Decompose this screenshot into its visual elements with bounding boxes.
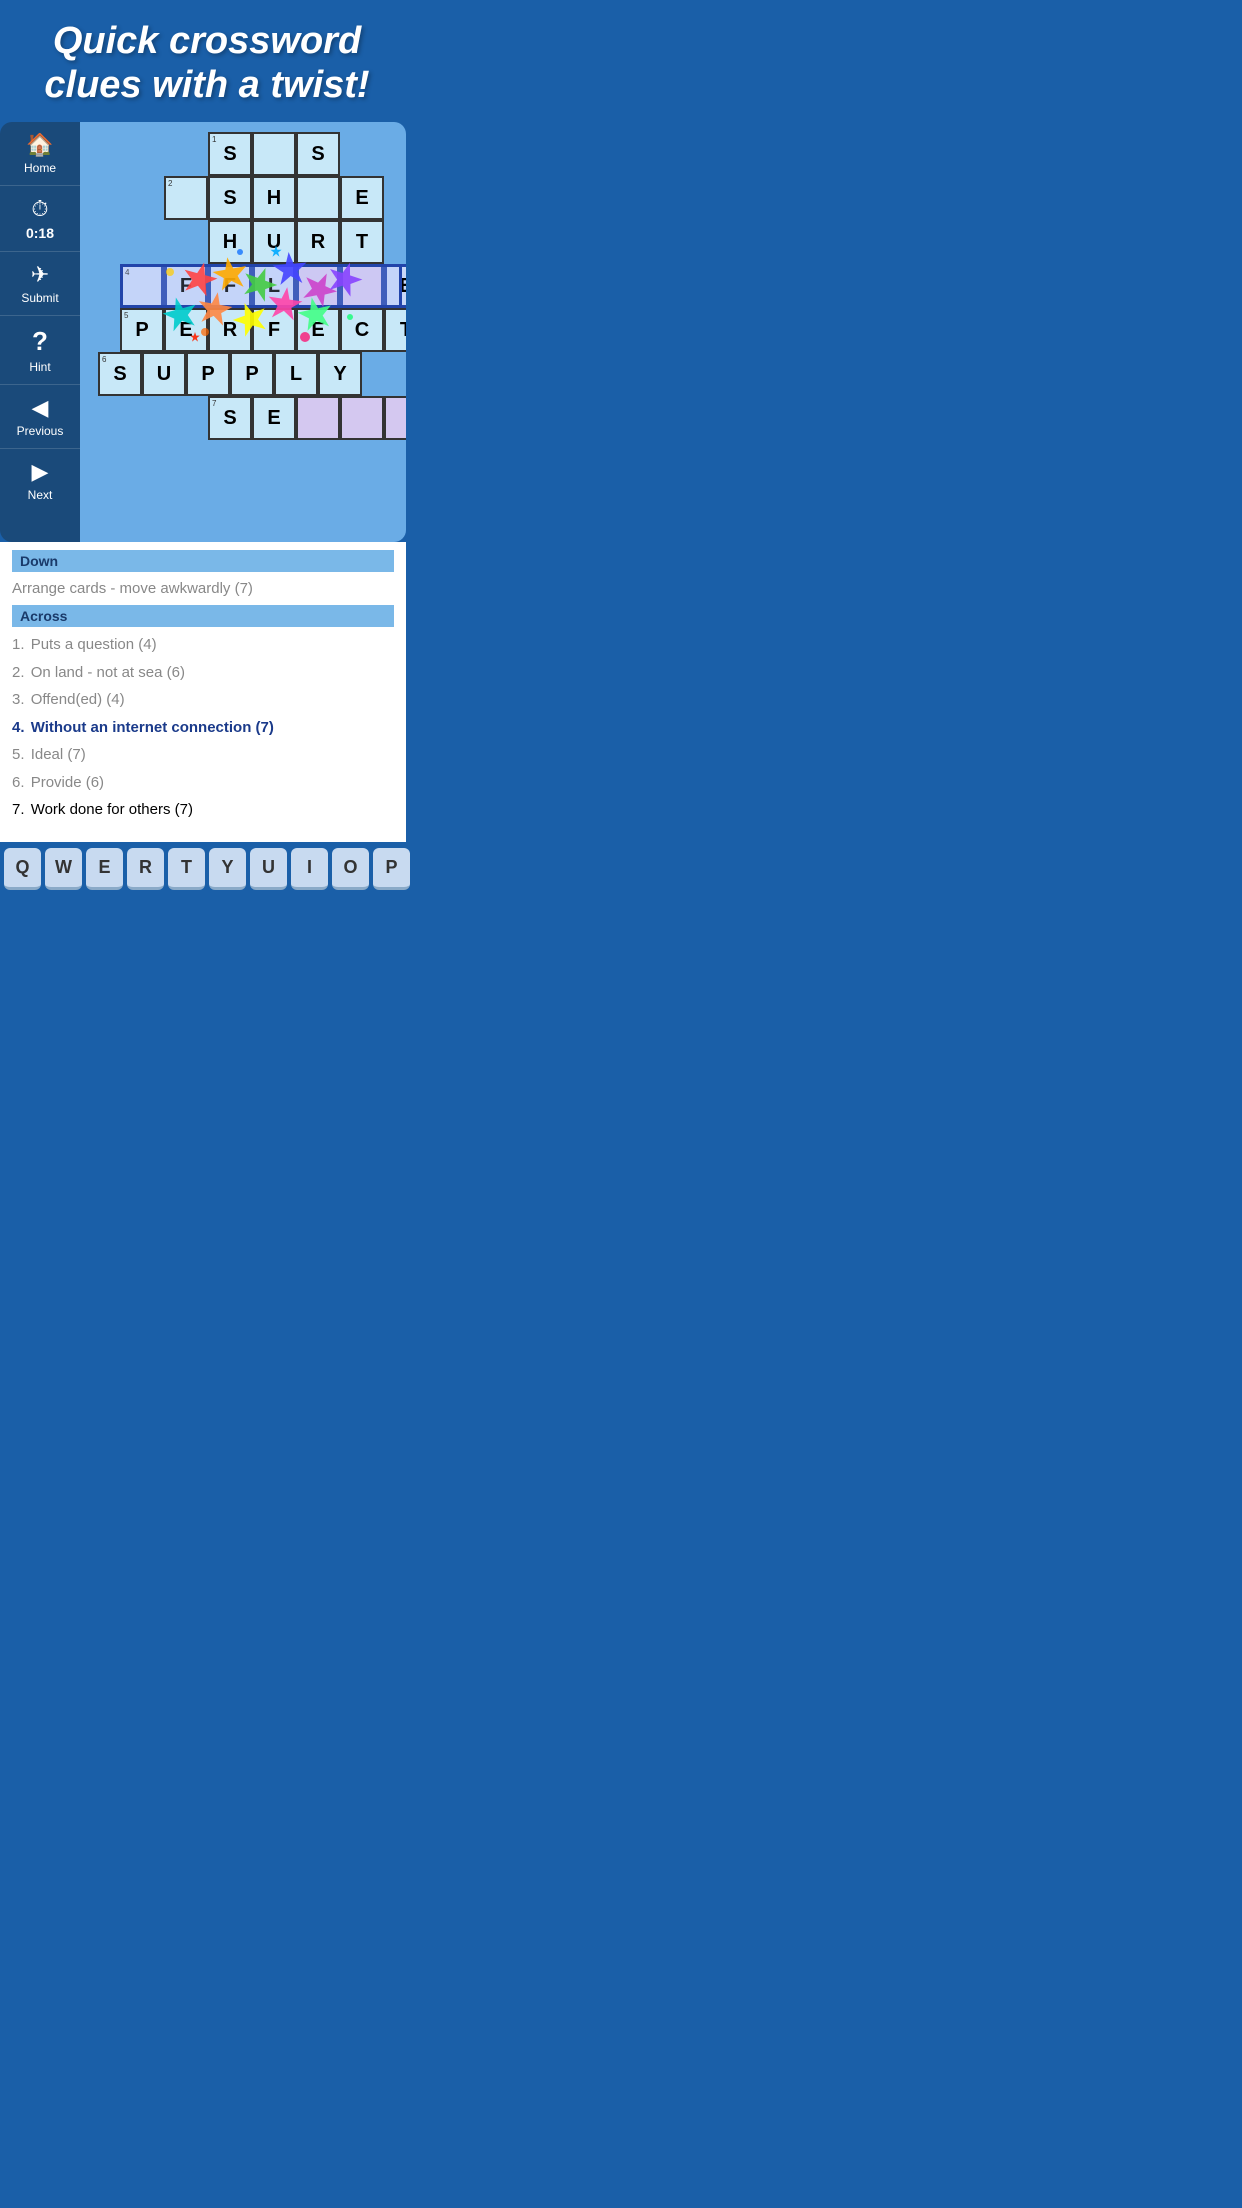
main-container: 🏠 Home ⏱ 0:18 ✈ Submit ? Hint ◀ Previous…	[0, 122, 406, 542]
cell-r2c2[interactable]: 2	[164, 176, 208, 220]
hint-label: Hint	[29, 360, 50, 374]
cell-r6c3[interactable]: P	[230, 352, 274, 396]
across-header: Across	[12, 605, 394, 627]
down-clue: Arrange cards - move awkwardly (7)	[12, 576, 394, 601]
down-header: Down	[12, 550, 394, 572]
cell-r5c1[interactable]: 5 P	[120, 308, 164, 352]
sidebar: 🏠 Home ⏱ 0:18 ✈ Submit ? Hint ◀ Previous…	[0, 122, 80, 542]
cell-r6c4[interactable]: L	[274, 352, 318, 396]
cell-r7c5[interactable]	[296, 396, 340, 440]
cell-r5c7[interactable]: T	[384, 308, 406, 352]
cell-r7c4[interactable]: E	[252, 396, 296, 440]
cell-r1c5[interactable]: S	[296, 132, 340, 176]
page-title: Quick crossword clues with a twist!	[20, 20, 394, 107]
clue-item-6[interactable]: 6. Provide (6)	[12, 769, 394, 797]
cell-r6c0[interactable]: 6 S	[98, 352, 142, 396]
cell-r3c5[interactable]: R	[296, 220, 340, 264]
key-o[interactable]: O	[332, 848, 369, 890]
clock-icon: ⏱	[31, 196, 48, 222]
key-r[interactable]: R	[127, 848, 164, 890]
clue-item-4[interactable]: 4. Without an internet connection (7)	[12, 714, 394, 742]
crossword-grid: 1 S S 2 S H E H U R T 4 F F L	[90, 132, 396, 472]
active-row-highlight	[120, 264, 402, 308]
key-w[interactable]: W	[45, 848, 82, 890]
cell-r5c3[interactable]: R	[208, 308, 252, 352]
cell-r2c4[interactable]: H	[252, 176, 296, 220]
next-button[interactable]: ▶ Next	[0, 449, 80, 512]
cell-r5c4[interactable]: F	[252, 308, 296, 352]
cell-r2c5[interactable]	[296, 176, 340, 220]
next-label: Next	[28, 488, 53, 502]
home-button[interactable]: 🏠 Home	[0, 122, 80, 186]
timer-value: 0:18	[26, 225, 54, 241]
key-q[interactable]: Q	[4, 848, 41, 890]
header: Quick crossword clues with a twist!	[0, 0, 414, 122]
previous-label: Previous	[17, 424, 64, 438]
home-icon: 🏠	[26, 132, 53, 158]
cell-r6c1[interactable]: U	[142, 352, 186, 396]
submit-label: Submit	[21, 291, 58, 305]
cell-r5c2[interactable]: E	[164, 308, 208, 352]
key-u[interactable]: U	[250, 848, 287, 890]
clue-item-1[interactable]: 1. Puts a question (4)	[12, 631, 394, 659]
cell-r6c5[interactable]: Y	[318, 352, 362, 396]
cell-r3c6[interactable]: T	[340, 220, 384, 264]
key-i[interactable]: I	[291, 848, 328, 890]
hint-button[interactable]: ? Hint	[0, 316, 80, 385]
cell-r6c2[interactable]: P	[186, 352, 230, 396]
timer-display: ⏱ 0:18	[0, 186, 80, 252]
previous-button[interactable]: ◀ Previous	[0, 385, 80, 449]
keyboard: Q W E R T Y U I O P	[0, 842, 414, 896]
submit-icon: ✈	[31, 262, 49, 288]
clues-panel: Down Arrange cards - move awkwardly (7) …	[0, 542, 406, 842]
clue-item-2[interactable]: 2. On land - not at sea (6)	[12, 659, 394, 687]
previous-icon: ◀	[32, 395, 49, 421]
puzzle-panel: 1 S S 2 S H E H U R T 4 F F L	[80, 122, 406, 542]
cell-r5c6[interactable]: C	[340, 308, 384, 352]
hint-icon: ?	[32, 326, 48, 357]
cell-r2c6[interactable]: E	[340, 176, 384, 220]
home-label: Home	[24, 161, 56, 175]
clue-item-3[interactable]: 3. Offend(ed) (4)	[12, 686, 394, 714]
clue-item-5[interactable]: 5. Ideal (7)	[12, 741, 394, 769]
cell-r7c7[interactable]	[384, 396, 406, 440]
cell-r3c3[interactable]: H	[208, 220, 252, 264]
next-icon: ▶	[32, 459, 49, 485]
key-e[interactable]: E	[86, 848, 123, 890]
cell-r1c3[interactable]: 1 S	[208, 132, 252, 176]
cell-r3c4[interactable]: U	[252, 220, 296, 264]
key-p[interactable]: P	[373, 848, 410, 890]
cell-r5c5[interactable]: E	[296, 308, 340, 352]
key-y[interactable]: Y	[209, 848, 246, 890]
cell-r2c3[interactable]: S	[208, 176, 252, 220]
clue-item-7[interactable]: 7. Work done for others (7)	[12, 796, 394, 824]
key-t[interactable]: T	[168, 848, 205, 890]
cell-r7c6[interactable]	[340, 396, 384, 440]
cell-r1c4[interactable]	[252, 132, 296, 176]
cell-r7c3[interactable]: 7 S	[208, 396, 252, 440]
submit-button[interactable]: ✈ Submit	[0, 252, 80, 316]
